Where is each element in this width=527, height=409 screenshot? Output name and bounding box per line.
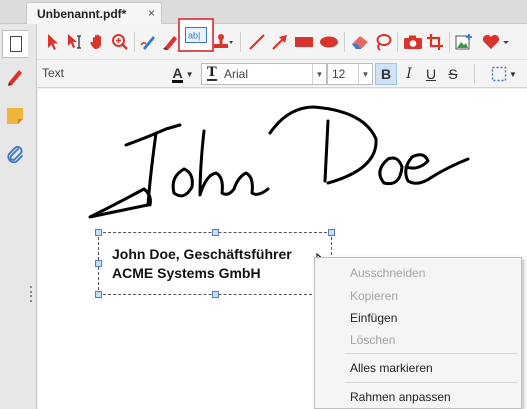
toolbar-separator <box>344 32 345 52</box>
sidebar-item-pages[interactable] <box>2 30 28 58</box>
menu-item-copy[interactable]: Kopieren <box>350 289 398 303</box>
line-icon <box>249 34 265 50</box>
text-select-icon <box>68 34 81 49</box>
ellipse-icon <box>320 36 338 48</box>
textbox-tool-button[interactable]: ab| <box>178 18 214 52</box>
text-color-picker[interactable]: A ▼ <box>168 63 198 85</box>
resize-handle-top-left[interactable] <box>95 229 102 236</box>
textbox-icon: ab| <box>185 27 207 43</box>
panel-resize-grip[interactable] <box>30 286 34 302</box>
note-icon <box>7 108 23 124</box>
paperclip-icon <box>7 146 23 164</box>
heart-icon <box>482 34 509 49</box>
document-tab[interactable]: Unbenannt.pdf* × <box>26 2 162 25</box>
text-box-line-2[interactable]: ACME Systems GmbH <box>112 265 261 281</box>
chevron-down-icon: ▼ <box>509 69 517 79</box>
select-arrow-button[interactable] <box>43 30 63 54</box>
snapshot-button[interactable] <box>402 30 424 54</box>
insert-image-button[interactable] <box>454 30 474 54</box>
menu-item-fit-frame[interactable]: Rahmen anpassen <box>350 390 451 404</box>
menu-item-select-all[interactable]: Alles markieren <box>350 361 433 375</box>
chevron-down-icon: ▼ <box>312 64 326 84</box>
menu-item-cut[interactable]: Ausschneiden <box>350 266 425 280</box>
text-box-annotation[interactable]: John Doe, Geschäftsführer ACME Systems G… <box>95 229 335 298</box>
border-style-picker[interactable]: ▼ <box>489 63 519 85</box>
eraser-button[interactable] <box>349 30 371 54</box>
ellipse-tool-button[interactable] <box>318 30 340 54</box>
font-family-value: Arial <box>224 67 249 81</box>
stamp-icon <box>214 34 233 48</box>
menu-item-paste[interactable]: Einfügen <box>350 311 397 325</box>
font-size-select[interactable]: 12 ▼ <box>327 63 373 85</box>
zoom-icon <box>112 34 128 50</box>
hand-tool-button[interactable] <box>88 30 108 54</box>
rectangle-icon <box>295 37 313 47</box>
menu-separator <box>345 382 517 383</box>
resize-handle-top-right[interactable] <box>328 229 335 236</box>
menu-item-delete[interactable]: Löschen <box>350 333 395 347</box>
italic-button[interactable]: I <box>398 63 420 85</box>
zoom-button[interactable] <box>110 30 130 54</box>
underline-button[interactable]: U <box>420 63 442 85</box>
font-icon: T <box>207 65 217 81</box>
main-toolbar: ab| <box>37 18 527 60</box>
sidebar-item-attachments[interactable] <box>2 140 28 168</box>
toolbar-separator <box>474 64 475 84</box>
tool-name-label: Text <box>42 66 65 80</box>
select-arrow-icon <box>48 34 58 50</box>
lasso-icon <box>376 34 392 51</box>
border-style-icon <box>491 66 507 82</box>
text-box-line-1[interactable]: John Doe, Geschäftsführer <box>112 246 292 262</box>
app-window: Unbenannt.pdf* × ab| Text A ▼ T Arial ▼ … <box>0 0 527 409</box>
hand-icon <box>90 34 101 49</box>
strikethrough-button[interactable]: S <box>442 63 464 85</box>
resize-handle-bottom-left[interactable] <box>95 291 102 298</box>
rectangle-tool-button[interactable] <box>293 30 315 54</box>
side-panel <box>0 24 37 409</box>
line-tool-button[interactable] <box>247 30 267 54</box>
toolbar-separator <box>397 32 398 52</box>
resize-handle-left[interactable] <box>95 260 102 267</box>
context-menu: Ausschneiden Kopieren Einfügen Löschen A… <box>314 257 522 409</box>
close-icon[interactable]: × <box>148 6 155 20</box>
arrow-icon <box>272 35 287 50</box>
stamp-button[interactable] <box>211 30 235 54</box>
arrow-tool-button[interactable] <box>270 30 290 54</box>
favorites-button[interactable] <box>480 30 512 54</box>
crop-button[interactable] <box>425 30 445 54</box>
highlighter-button[interactable] <box>160 30 180 54</box>
sidebar-item-notes[interactable] <box>2 102 28 130</box>
resize-handle-top[interactable] <box>212 229 219 236</box>
image-icon <box>455 34 472 50</box>
highlighter-icon <box>163 36 177 50</box>
tab-strip: Unbenannt.pdf* × <box>0 0 527 25</box>
toolbar-separator <box>240 32 241 52</box>
eraser-icon <box>352 36 368 49</box>
lasso-button[interactable] <box>373 30 393 54</box>
resize-handle-bottom[interactable] <box>212 291 219 298</box>
textbox-icon-label: ab| <box>188 31 200 41</box>
signature-image <box>88 105 470 219</box>
chevron-down-icon: ▼ <box>185 69 194 79</box>
font-family-select[interactable]: T Arial ▼ <box>201 63 327 85</box>
text-color-letter: A <box>172 64 183 83</box>
toolbar-separator <box>449 32 450 52</box>
page-icon <box>9 36 22 52</box>
sidebar-item-signatures[interactable] <box>2 62 28 90</box>
chevron-down-icon: ▼ <box>358 64 372 84</box>
camera-icon <box>404 35 422 49</box>
format-toolbar: Text A ▼ T Arial ▼ 12 ▼ B I U S ▼ <box>37 60 527 88</box>
menu-separator <box>345 353 517 354</box>
bold-button[interactable]: B <box>375 63 397 85</box>
tab-title: Unbenannt.pdf* <box>37 7 127 21</box>
pen-tool-button[interactable] <box>139 30 159 54</box>
freehand-pen-icon <box>140 36 155 50</box>
pen-icon <box>8 70 22 86</box>
crop-icon <box>427 34 443 50</box>
select-text-button[interactable] <box>65 30 85 54</box>
toolbar-separator <box>134 32 135 52</box>
font-size-value: 12 <box>332 67 346 81</box>
